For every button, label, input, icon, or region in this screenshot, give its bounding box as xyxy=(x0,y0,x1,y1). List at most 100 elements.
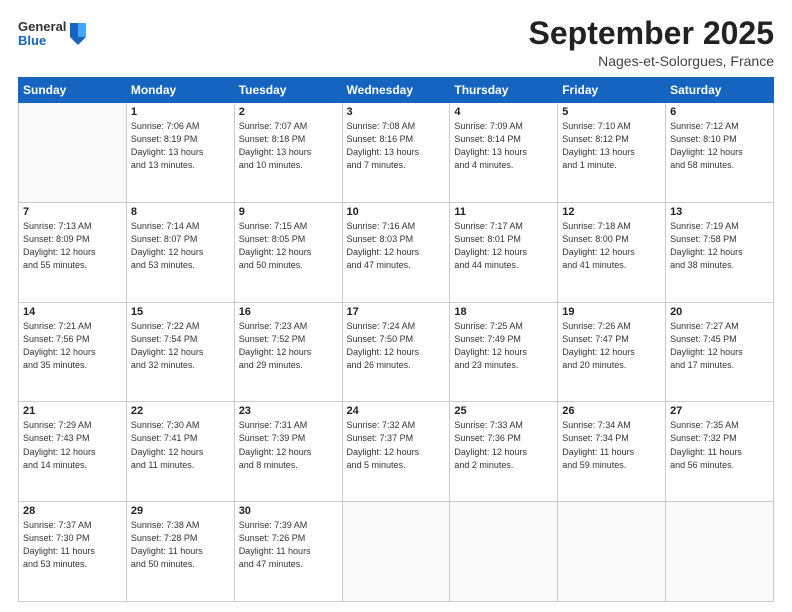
logo-general: General xyxy=(18,20,66,34)
logo: General Blue xyxy=(18,20,88,49)
day-info: Sunrise: 7:10 AM Sunset: 8:12 PM Dayligh… xyxy=(562,120,661,172)
calendar-cell: 10 Sunrise: 7:16 AM Sunset: 8:03 PM Dayli… xyxy=(342,202,450,302)
day-number: 10 xyxy=(347,206,446,218)
calendar-cell: 16 Sunrise: 7:23 AM Sunset: 7:52 PM Dayli… xyxy=(234,302,342,402)
day-info: Sunrise: 7:15 AM Sunset: 8:05 PM Dayligh… xyxy=(239,220,338,272)
day-info: Sunrise: 7:26 AM Sunset: 7:47 PM Dayligh… xyxy=(562,320,661,372)
calendar-cell xyxy=(666,502,774,602)
calendar-cell: 27 Sunrise: 7:35 AM Sunset: 7:32 PM Dayli… xyxy=(666,402,774,502)
day-number: 15 xyxy=(131,306,230,318)
page: General Blue September 2025 Nages-et-Sol… xyxy=(0,0,792,612)
calendar-cell: 7 Sunrise: 7:13 AM Sunset: 8:09 PM Daylig… xyxy=(19,202,127,302)
day-number: 11 xyxy=(454,206,553,218)
calendar-week-4: 21 Sunrise: 7:29 AM Sunset: 7:43 PM Dayli… xyxy=(19,402,774,502)
day-number: 21 xyxy=(23,405,122,417)
calendar-cell: 4Sunrise: 7:09 AM Sunset: 8:14 PM Daylig… xyxy=(450,103,558,203)
day-number: 27 xyxy=(670,405,769,417)
day-info: Sunrise: 7:35 AM Sunset: 7:32 PM Dayligh… xyxy=(670,419,769,471)
col-wednesday: Wednesday xyxy=(342,78,450,103)
day-number: 23 xyxy=(239,405,338,417)
day-info: Sunrise: 7:14 AM Sunset: 8:07 PM Dayligh… xyxy=(131,220,230,272)
calendar-cell: 18Sunrise: 7:25 AM Sunset: 7:49 PM Dayli… xyxy=(450,302,558,402)
header: General Blue September 2025 Nages-et-Sol… xyxy=(18,16,774,69)
calendar-cell: 2Sunrise: 7:07 AM Sunset: 8:18 PM Daylig… xyxy=(234,103,342,203)
day-number: 9 xyxy=(239,206,338,218)
calendar-cell: 8 Sunrise: 7:14 AM Sunset: 8:07 PM Daylig… xyxy=(126,202,234,302)
col-friday: Friday xyxy=(558,78,666,103)
day-info: Sunrise: 7:21 AM Sunset: 7:56 PM Dayligh… xyxy=(23,320,122,372)
day-info: Sunrise: 7:30 AM Sunset: 7:41 PM Dayligh… xyxy=(131,419,230,471)
day-number: 12 xyxy=(562,206,661,218)
day-number: 26 xyxy=(562,405,661,417)
col-tuesday: Tuesday xyxy=(234,78,342,103)
calendar-week-5: 28 Sunrise: 7:37 AM Sunset: 7:30 PM Dayli… xyxy=(19,502,774,602)
day-number: 5 xyxy=(562,106,661,118)
calendar-cell: 26 Sunrise: 7:34 AM Sunset: 7:34 PM Dayli… xyxy=(558,402,666,502)
calendar-week-3: 14 Sunrise: 7:21 AM Sunset: 7:56 PM Dayli… xyxy=(19,302,774,402)
day-info: Sunrise: 7:08 AM Sunset: 8:16 PM Dayligh… xyxy=(347,120,446,172)
calendar-cell: 29Sunrise: 7:38 AM Sunset: 7:28 PM Dayli… xyxy=(126,502,234,602)
col-saturday: Saturday xyxy=(666,78,774,103)
calendar-week-2: 7 Sunrise: 7:13 AM Sunset: 8:09 PM Daylig… xyxy=(19,202,774,302)
calendar-cell: 13Sunrise: 7:19 AM Sunset: 7:58 PM Dayli… xyxy=(666,202,774,302)
day-number: 16 xyxy=(239,306,338,318)
day-number: 19 xyxy=(562,306,661,318)
day-info: Sunrise: 7:17 AM Sunset: 8:01 PM Dayligh… xyxy=(454,220,553,272)
col-monday: Monday xyxy=(126,78,234,103)
calendar-cell: 20 Sunrise: 7:27 AM Sunset: 7:45 PM Dayli… xyxy=(666,302,774,402)
calendar-cell: 12 Sunrise: 7:18 AM Sunset: 8:00 PM Dayli… xyxy=(558,202,666,302)
calendar-cell: 24Sunrise: 7:32 AM Sunset: 7:37 PM Dayli… xyxy=(342,402,450,502)
title-block: September 2025 Nages-et-Solorgues, Franc… xyxy=(529,16,774,69)
calendar-cell xyxy=(342,502,450,602)
calendar-cell: 17Sunrise: 7:24 AM Sunset: 7:50 PM Dayli… xyxy=(342,302,450,402)
calendar-cell: 1 Sunrise: 7:06 AM Sunset: 8:19 PM Daylig… xyxy=(126,103,234,203)
col-thursday: Thursday xyxy=(450,78,558,103)
day-info: Sunrise: 7:13 AM Sunset: 8:09 PM Dayligh… xyxy=(23,220,122,272)
day-info: Sunrise: 7:18 AM Sunset: 8:00 PM Dayligh… xyxy=(562,220,661,272)
calendar-cell xyxy=(19,103,127,203)
day-number: 20 xyxy=(670,306,769,318)
day-info: Sunrise: 7:37 AM Sunset: 7:30 PM Dayligh… xyxy=(23,519,122,571)
day-info: Sunrise: 7:07 AM Sunset: 8:18 PM Dayligh… xyxy=(239,120,338,172)
day-info: Sunrise: 7:34 AM Sunset: 7:34 PM Dayligh… xyxy=(562,419,661,471)
day-info: Sunrise: 7:39 AM Sunset: 7:26 PM Dayligh… xyxy=(239,519,338,571)
day-info: Sunrise: 7:33 AM Sunset: 7:36 PM Dayligh… xyxy=(454,419,553,471)
month-title: September 2025 xyxy=(529,16,774,51)
day-number: 7 xyxy=(23,206,122,218)
calendar-cell: 19 Sunrise: 7:26 AM Sunset: 7:47 PM Dayli… xyxy=(558,302,666,402)
day-info: Sunrise: 7:29 AM Sunset: 7:43 PM Dayligh… xyxy=(23,419,122,471)
calendar-cell: 9 Sunrise: 7:15 AM Sunset: 8:05 PM Daylig… xyxy=(234,202,342,302)
col-sunday: Sunday xyxy=(19,78,127,103)
day-info: Sunrise: 7:32 AM Sunset: 7:37 PM Dayligh… xyxy=(347,419,446,471)
day-info: Sunrise: 7:12 AM Sunset: 8:10 PM Dayligh… xyxy=(670,120,769,172)
day-number: 29 xyxy=(131,505,230,517)
calendar-cell: 5 Sunrise: 7:10 AM Sunset: 8:12 PM Daylig… xyxy=(558,103,666,203)
day-number: 8 xyxy=(131,206,230,218)
calendar-cell: 14 Sunrise: 7:21 AM Sunset: 7:56 PM Dayli… xyxy=(19,302,127,402)
day-number: 18 xyxy=(454,306,553,318)
day-info: Sunrise: 7:24 AM Sunset: 7:50 PM Dayligh… xyxy=(347,320,446,372)
calendar-cell: 28 Sunrise: 7:37 AM Sunset: 7:30 PM Dayli… xyxy=(19,502,127,602)
day-number: 1 xyxy=(131,106,230,118)
day-number: 6 xyxy=(670,106,769,118)
day-info: Sunrise: 7:06 AM Sunset: 8:19 PM Dayligh… xyxy=(131,120,230,172)
day-number: 14 xyxy=(23,306,122,318)
day-number: 30 xyxy=(239,505,338,517)
calendar-cell xyxy=(558,502,666,602)
day-number: 28 xyxy=(23,505,122,517)
calendar-cell: 30 Sunrise: 7:39 AM Sunset: 7:26 PM Dayli… xyxy=(234,502,342,602)
calendar-week-1: 1 Sunrise: 7:06 AM Sunset: 8:19 PM Daylig… xyxy=(19,103,774,203)
day-info: Sunrise: 7:23 AM Sunset: 7:52 PM Dayligh… xyxy=(239,320,338,372)
day-info: Sunrise: 7:16 AM Sunset: 8:03 PM Dayligh… xyxy=(347,220,446,272)
day-info: Sunrise: 7:31 AM Sunset: 7:39 PM Dayligh… xyxy=(239,419,338,471)
calendar-cell: 11 Sunrise: 7:17 AM Sunset: 8:01 PM Dayli… xyxy=(450,202,558,302)
location: Nages-et-Solorgues, France xyxy=(529,53,774,69)
day-info: Sunrise: 7:22 AM Sunset: 7:54 PM Dayligh… xyxy=(131,320,230,372)
calendar-cell: 22Sunrise: 7:30 AM Sunset: 7:41 PM Dayli… xyxy=(126,402,234,502)
logo-icon xyxy=(68,21,88,45)
day-number: 4 xyxy=(454,106,553,118)
calendar-cell xyxy=(450,502,558,602)
calendar-cell: 6 Sunrise: 7:12 AM Sunset: 8:10 PM Daylig… xyxy=(666,103,774,203)
calendar-cell: 21 Sunrise: 7:29 AM Sunset: 7:43 PM Dayli… xyxy=(19,402,127,502)
day-info: Sunrise: 7:27 AM Sunset: 7:45 PM Dayligh… xyxy=(670,320,769,372)
